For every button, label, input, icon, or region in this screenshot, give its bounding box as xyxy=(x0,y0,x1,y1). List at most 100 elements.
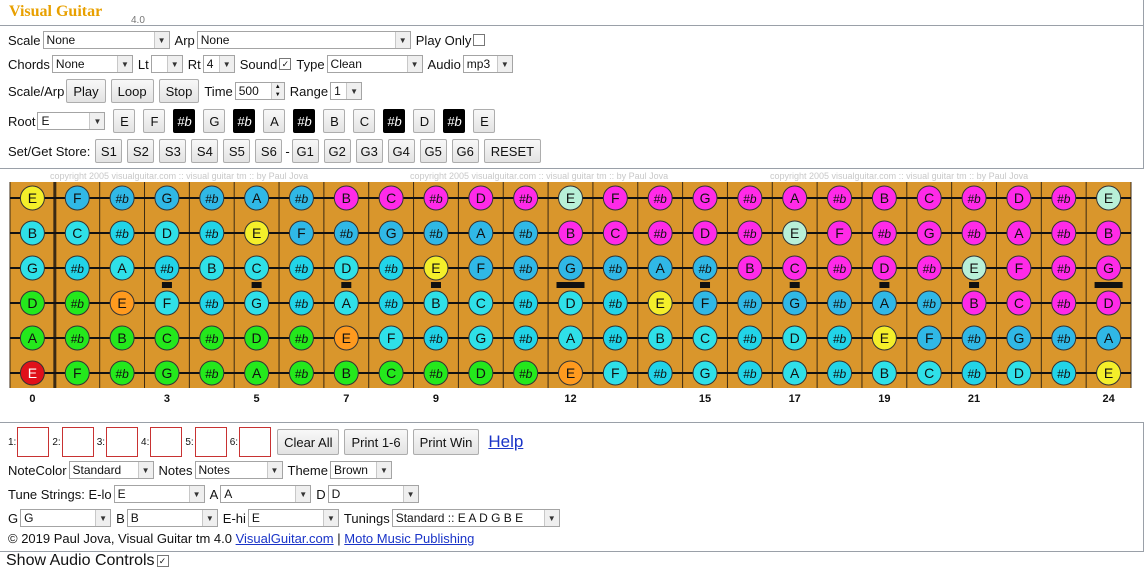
note-label: #b xyxy=(295,262,309,276)
store-g1-button[interactable]: G1 xyxy=(291,139,319,163)
theme-label: Theme xyxy=(287,462,328,478)
slot-box-3[interactable] xyxy=(106,427,139,457)
chevron-down-icon: ▼ xyxy=(402,486,418,502)
audio-controls-label: Show Audio Controls xyxy=(6,552,155,569)
audio-select[interactable]: mp3 ▼ xyxy=(462,55,513,73)
tune-g-select[interactable]: G ▼ xyxy=(20,509,112,527)
slot-box-5[interactable] xyxy=(194,427,227,457)
root-note-button-8[interactable]: C xyxy=(353,109,376,133)
arp-select[interactable]: None ▼ xyxy=(196,31,411,49)
tune-a-select[interactable]: A ▼ xyxy=(220,485,312,503)
range-select[interactable]: 1 ▼ xyxy=(330,82,363,100)
loop-button[interactable]: Loop xyxy=(110,79,154,103)
store-g5-button[interactable]: G5 xyxy=(419,139,447,163)
store-g2-button[interactable]: G2 xyxy=(323,139,351,163)
root-note-button-11[interactable]: #b xyxy=(443,109,466,133)
note-label: B xyxy=(207,260,216,276)
store-s3-button[interactable]: S3 xyxy=(159,139,187,163)
store-g3-button[interactable]: G3 xyxy=(355,139,383,163)
slot-box-6[interactable] xyxy=(239,427,272,457)
clear-all-button[interactable]: Clear All xyxy=(277,429,340,455)
reset-button[interactable]: RESET xyxy=(483,139,542,163)
playback-row: Scale/Arp Play Loop Stop Time 500 ▲ ▼ Rang… xyxy=(8,79,367,103)
rt-select[interactable]: 4 ▼ xyxy=(202,55,235,73)
root-note-button-4[interactable]: #b xyxy=(233,109,256,133)
slot-box-2[interactable] xyxy=(61,427,94,457)
audio-controls-toggle[interactable]: Show Audio Controls ✓ xyxy=(6,552,174,570)
tunings-select[interactable]: Standard :: E A D G B E ▼ xyxy=(391,509,560,527)
store-g6-button[interactable]: G6 xyxy=(451,139,479,163)
root-note-button-0[interactable]: E xyxy=(113,109,136,133)
time-input[interactable]: 500 ▲ ▼ xyxy=(234,82,285,100)
root-note-button-10[interactable]: D xyxy=(413,109,436,133)
sound-checkbox[interactable]: ✓ xyxy=(279,58,292,70)
chord-slots: 1: 2: 3: 4: 5: 6: xyxy=(8,427,274,457)
root-note-button-9[interactable]: #b xyxy=(383,109,406,133)
tune-elo-select[interactable]: E ▼ xyxy=(113,485,205,503)
root-note-button-2[interactable]: #b xyxy=(173,109,196,133)
notecolor-select[interactable]: Standard ▼ xyxy=(68,461,154,479)
tune-ehi-label: E-hi xyxy=(222,510,246,526)
store-g4-button[interactable]: G4 xyxy=(387,139,415,163)
note-label: #b xyxy=(609,297,623,311)
chords-select[interactable]: None ▼ xyxy=(51,55,133,73)
help-link[interactable]: Help xyxy=(488,432,523,452)
note-label: #b xyxy=(833,367,847,381)
tune-d-select[interactable]: D ▼ xyxy=(327,485,419,503)
theme-select[interactable]: Brown ▼ xyxy=(329,461,392,479)
note-label: B xyxy=(566,225,575,241)
visualguitar-link[interactable]: VisualGuitar.com xyxy=(236,531,334,546)
note-label: #b xyxy=(519,192,533,206)
top-panel: Visual Guitar 4.0 Scale None ▼ Arp None ▼ … xyxy=(0,0,1144,169)
play-button[interactable]: Play xyxy=(66,79,106,103)
moto-music-link[interactable]: Moto Music Publishing xyxy=(344,531,474,546)
root-row: Root E ▼ E F #b G #b A #b B C #b D #b E xyxy=(8,109,503,133)
note-label: #b xyxy=(743,297,757,311)
store-s2-button[interactable]: S2 xyxy=(127,139,155,163)
rt-label: Rt xyxy=(187,56,201,72)
slot-box-1[interactable] xyxy=(17,427,50,457)
stop-button[interactable]: Stop xyxy=(158,79,200,103)
notes-select[interactable]: Notes ▼ xyxy=(194,461,283,479)
notecolor-select-value: Standard xyxy=(72,463,122,477)
chevron-down-icon: ▼ xyxy=(188,486,204,502)
bottom-panel: 1: 2: 3: 4: 5: 6: Clear All Print 1-6 Print W… xyxy=(0,422,1144,552)
play-only-checkbox[interactable] xyxy=(473,34,486,46)
chevron-down-icon: ▼ xyxy=(375,462,391,478)
note-label: G xyxy=(1013,330,1024,346)
root-note-button-6[interactable]: #b xyxy=(293,109,316,133)
note-label: C xyxy=(386,365,396,381)
slot-box-4[interactable] xyxy=(150,427,183,457)
root-note-button-1[interactable]: F xyxy=(143,109,166,133)
note-label: F xyxy=(387,330,396,346)
tune-b-select[interactable]: B ▼ xyxy=(126,509,218,527)
chevron-down-icon: ▼ xyxy=(166,56,182,72)
stepper-icon[interactable]: ▲ ▼ xyxy=(270,83,284,99)
note-label: G xyxy=(161,190,172,206)
fret-marker xyxy=(430,282,441,288)
root-note-button-12[interactable]: E xyxy=(473,109,496,133)
audio-controls-checkbox[interactable]: ✓ xyxy=(156,555,169,567)
store-s1-button[interactable]: S1 xyxy=(95,139,123,163)
audio-select-value: mp3 xyxy=(466,57,491,71)
note-label: #b xyxy=(71,332,85,346)
root-note-button-3[interactable]: G xyxy=(203,109,226,133)
tune-ehi-select[interactable]: E ▼ xyxy=(247,509,339,527)
root-note-button-5[interactable]: A xyxy=(263,109,286,133)
print-1-6-button[interactable]: Print 1-6 xyxy=(344,429,408,455)
type-select-value: Clean xyxy=(330,57,362,71)
scale-select[interactable]: None ▼ xyxy=(42,31,170,49)
store-s6-button[interactable]: S6 xyxy=(255,139,283,163)
print-win-button[interactable]: Print Win xyxy=(412,429,480,455)
type-select[interactable]: Clean ▼ xyxy=(326,55,423,73)
note-label: #b xyxy=(1057,192,1071,206)
root-note-button-7[interactable]: B xyxy=(323,109,346,133)
tune-d-value: D xyxy=(331,487,341,501)
store-s5-button[interactable]: S5 xyxy=(223,139,251,163)
lt-select[interactable]: ▼ xyxy=(150,55,183,73)
note-label: #b xyxy=(967,227,981,241)
chords-row: Chords None ▼ Lt ▼ Rt 4 ▼ Sound ✓ Type Cle… xyxy=(8,55,518,73)
store-s4-button[interactable]: S4 xyxy=(191,139,219,163)
tune-a-value: A xyxy=(224,487,233,501)
root-select[interactable]: E ▼ xyxy=(37,112,106,130)
